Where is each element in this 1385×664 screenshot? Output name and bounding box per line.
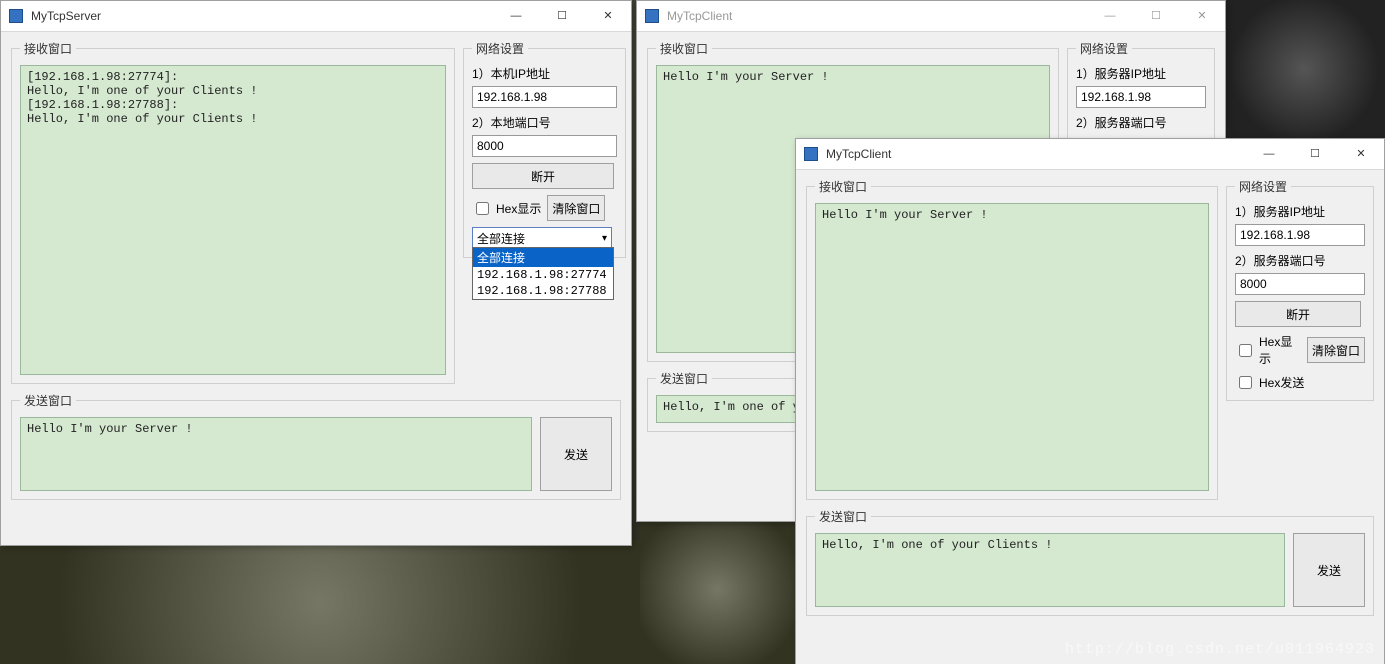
send-legend: 发送窗口: [20, 392, 76, 409]
minimize-button[interactable]: —: [493, 1, 539, 31]
maximize-button[interactable]: ☐: [1292, 139, 1338, 169]
receive-textarea[interactable]: [192.168.1.98:27774]: Hello, I'm one of …: [20, 65, 446, 375]
disconnect-button[interactable]: 断开: [1235, 301, 1361, 327]
minimize-button[interactable]: —: [1246, 139, 1292, 169]
connections-dropdown-list: 全部连接 192.168.1.98:27774 192.168.1.98:277…: [472, 247, 614, 300]
server-port-label: 2）服务器端口号: [1235, 252, 1365, 269]
combo-option[interactable]: 192.168.1.98:27774: [473, 267, 613, 283]
send-group: 发送窗口 Hello I'm your Server ! 发送: [11, 392, 621, 500]
window-mytcpserver: MyTcpServer — ☐ ✕ 接收窗口 [192.168.1.98:277…: [0, 0, 632, 546]
connections-dropdown[interactable]: 全部连接 ▾ 全部连接 192.168.1.98:27774 192.168.1…: [472, 227, 612, 249]
network-settings-group: 网络设置 1）本机IP地址 2）本地端口号 断开 Hex显示 清除窗口: [463, 40, 626, 258]
hex-display-checkbox[interactable]: Hex显示: [1235, 333, 1301, 367]
send-group: 发送窗口 Hello, I'm one of your Clients ! 发送: [806, 508, 1374, 616]
server-ip-label: 1）服务器IP地址: [1235, 203, 1365, 220]
receive-group: 接收窗口 Hello I'm your Server !: [806, 178, 1218, 500]
combo-selected: 全部连接: [477, 230, 525, 247]
maximize-button[interactable]: ☐: [1133, 1, 1179, 31]
server-ip-input[interactable]: [1076, 86, 1206, 108]
close-button[interactable]: ✕: [1179, 1, 1225, 31]
close-button[interactable]: ✕: [585, 1, 631, 31]
titlebar: MyTcpClient — ☐ ✕: [796, 139, 1384, 170]
send-textarea[interactable]: Hello I'm your Server !: [20, 417, 532, 491]
chevron-down-icon: ▾: [602, 233, 607, 244]
net-legend: 网络设置: [472, 40, 528, 57]
window-title: MyTcpClient: [826, 147, 1246, 161]
app-icon: [9, 9, 23, 23]
local-ip-input[interactable]: [472, 86, 617, 108]
server-port-label: 2）服务器端口号: [1076, 114, 1206, 131]
send-textarea[interactable]: Hello, I'm one of your: [656, 395, 800, 423]
send-button[interactable]: 发送: [1293, 533, 1365, 607]
titlebar: MyTcpClient — ☐ ✕: [637, 1, 1225, 32]
receive-legend: 接收窗口: [656, 40, 712, 57]
net-legend: 网络设置: [1076, 40, 1132, 57]
local-port-label: 2）本地端口号: [472, 114, 617, 131]
hex-display-checkbox[interactable]: Hex显示: [472, 199, 541, 218]
combo-option[interactable]: 全部连接: [473, 248, 613, 267]
receive-group: 接收窗口 [192.168.1.98:27774]: Hello, I'm on…: [11, 40, 455, 384]
window-mytcpclient-2: MyTcpClient — ☐ ✕ 接收窗口 Hello I'm your Se…: [795, 138, 1385, 664]
network-settings-group: 网络设置 1）服务器IP地址 2）服务器端口号: [1067, 40, 1215, 140]
maximize-button[interactable]: ☐: [539, 1, 585, 31]
net-legend: 网络设置: [1235, 178, 1291, 195]
network-settings-group: 网络设置 1）服务器IP地址 2）服务器端口号 断开 Hex显示 清除窗口 He…: [1226, 178, 1374, 401]
window-title: MyTcpServer: [31, 9, 493, 23]
minimize-button[interactable]: —: [1087, 1, 1133, 31]
window-title: MyTcpClient: [667, 9, 1087, 23]
send-legend: 发送窗口: [815, 508, 871, 525]
combo-option[interactable]: 192.168.1.98:27788: [473, 283, 613, 299]
clear-button[interactable]: 清除窗口: [1307, 337, 1365, 363]
server-ip-input[interactable]: [1235, 224, 1365, 246]
send-button[interactable]: 发送: [540, 417, 612, 491]
send-legend: 发送窗口: [656, 370, 712, 387]
receive-legend: 接收窗口: [815, 178, 871, 195]
titlebar: MyTcpServer — ☐ ✕: [1, 1, 631, 32]
receive-textarea[interactable]: Hello I'm your Server !: [815, 203, 1209, 491]
server-ip-label: 1）服务器IP地址: [1076, 65, 1206, 82]
local-ip-label: 1）本机IP地址: [472, 65, 617, 82]
app-icon: [645, 9, 659, 23]
local-port-input[interactable]: [472, 135, 617, 157]
server-port-input[interactable]: [1235, 273, 1365, 295]
disconnect-button[interactable]: 断开: [472, 163, 614, 189]
receive-legend: 接收窗口: [20, 40, 76, 57]
close-button[interactable]: ✕: [1338, 139, 1384, 169]
clear-button[interactable]: 清除窗口: [547, 195, 605, 221]
app-icon: [804, 147, 818, 161]
send-textarea[interactable]: Hello, I'm one of your Clients !: [815, 533, 1285, 607]
hex-send-checkbox[interactable]: Hex发送: [1235, 373, 1365, 392]
watermark: http://blog.csdn.net/u011964923: [1065, 641, 1375, 658]
